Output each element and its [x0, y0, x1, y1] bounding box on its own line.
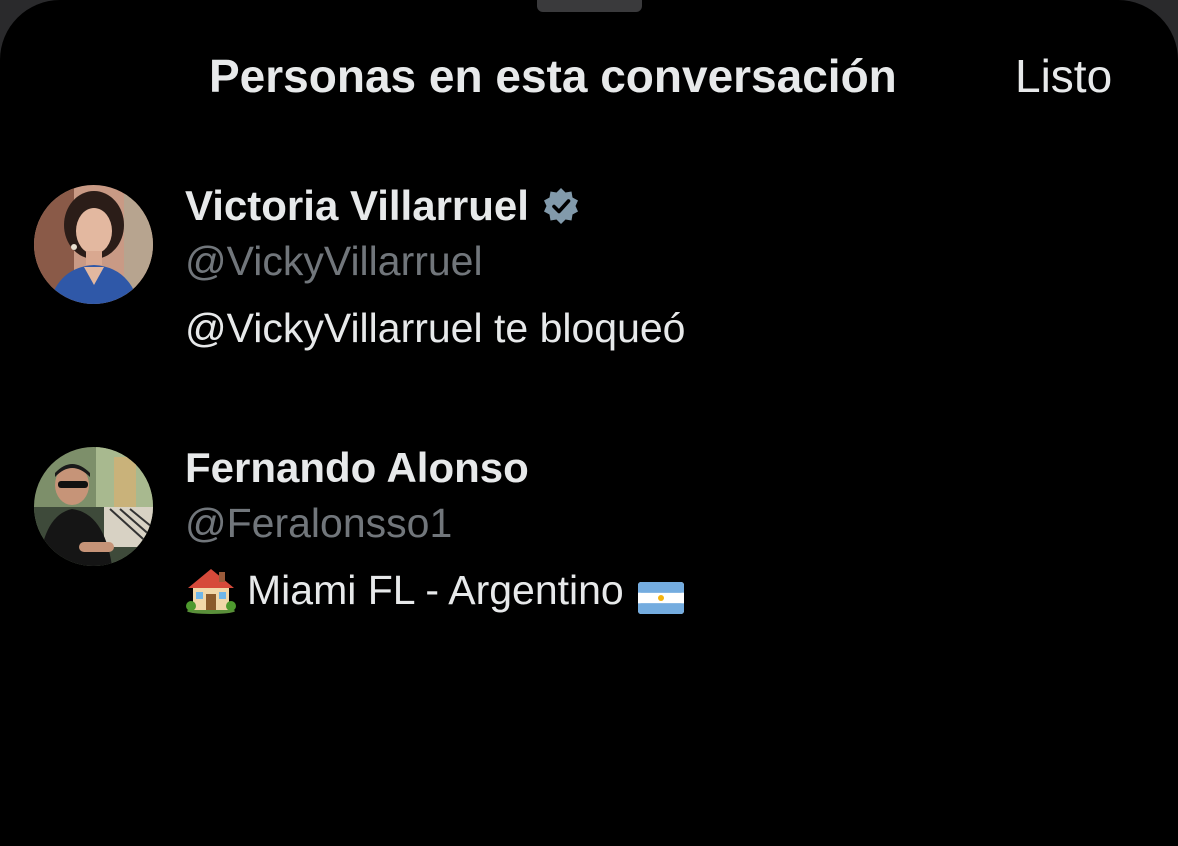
- person-name-row: Victoria Villarruel: [185, 180, 581, 232]
- sheet-grabber[interactable]: [537, 0, 642, 12]
- person-name: Victoria Villarruel: [185, 182, 529, 229]
- verified-badge-icon: [541, 186, 581, 226]
- person-handle: @Feralonsso1: [185, 500, 453, 546]
- avatar[interactable]: [34, 185, 153, 304]
- person-handle: @VickyVillarruel: [185, 238, 483, 284]
- house-icon: [185, 566, 237, 614]
- person-name-row: Fernando Alonso: [185, 442, 529, 494]
- sheet-title: Personas en esta conversación: [209, 50, 897, 102]
- argentina-flag-icon: [637, 574, 684, 614]
- person-name: Fernando Alonso: [185, 444, 529, 491]
- person-item-fernando-alonso[interactable]: Fernando Alonso @Feralonsso1 Miami FL - …: [0, 442, 1178, 642]
- avatar[interactable]: [34, 447, 153, 566]
- person-bio-text: @VickyVillarruel te bloqueó: [185, 305, 686, 351]
- person-bio: Miami FL - Argentino: [185, 564, 684, 616]
- conversation-people-sheet: Personas en esta conversación Listo Vict…: [0, 0, 1178, 846]
- person-bio-text: Miami FL - Argentino: [247, 567, 624, 613]
- avatar-image: [34, 447, 153, 566]
- person-item-victoria-villarruel[interactable]: Victoria Villarruel @VickyVillarruel @Vi…: [0, 180, 1178, 380]
- person-bio: @VickyVillarruel te bloqueó: [185, 302, 686, 354]
- avatar-image: [34, 185, 153, 304]
- done-button[interactable]: Listo: [1015, 46, 1112, 106]
